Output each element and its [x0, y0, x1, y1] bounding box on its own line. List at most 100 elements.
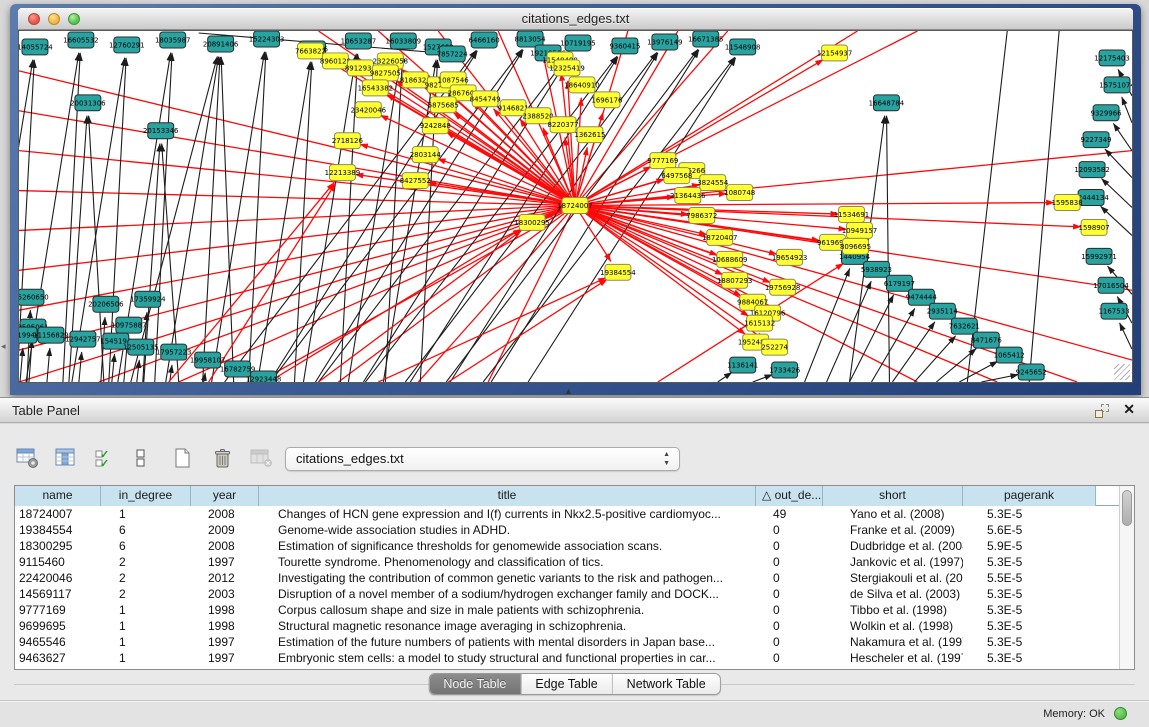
graph-node[interactable]: 23420046	[351, 102, 387, 118]
graph-edge[interactable]	[892, 322, 934, 382]
graph-node[interactable]: 6179197	[884, 275, 915, 291]
graph-node[interactable]: 17359924	[130, 291, 166, 307]
graph-node[interactable]: 9245652	[1016, 364, 1047, 380]
graph-edge[interactable]	[19, 206, 575, 311]
graph-node[interactable]: 14055724	[19, 39, 53, 55]
graph-node[interactable]: 20153346	[143, 123, 179, 139]
tab-edge-table[interactable]: Edge Table	[520, 674, 611, 694]
graph-node[interactable]: 11548908	[725, 39, 761, 55]
memory-status-indicator[interactable]	[1114, 707, 1127, 720]
graph-node[interactable]: 11534691	[834, 207, 870, 223]
tab-node-table[interactable]: Node Table	[429, 674, 520, 694]
graph-node[interactable]: 5938923	[861, 261, 892, 277]
column-header-pagerank[interactable]: pagerank	[963, 486, 1096, 506]
graph-edge[interactable]	[259, 206, 575, 382]
resize-grip[interactable]	[1114, 364, 1130, 380]
graph-node[interactable]: 12923448	[246, 371, 282, 382]
row-height-button[interactable]	[133, 446, 159, 470]
graph-edge[interactable]	[575, 203, 1054, 206]
graph-edge[interactable]	[204, 373, 206, 382]
graph-node[interactable]: 12760291	[109, 37, 145, 53]
graph-edge[interactable]	[1101, 179, 1132, 208]
graph-node[interactable]: 18807293	[717, 272, 753, 288]
graph-node[interactable]: 12325419	[549, 60, 585, 76]
graph-node[interactable]: 7857224	[437, 46, 469, 62]
table-row[interactable]: 1830029562008Estimation of significance …	[15, 538, 1134, 554]
delete-column-button[interactable]	[250, 446, 276, 470]
graph-node[interactable]: 9360415	[609, 38, 640, 54]
graph-edge[interactable]	[221, 57, 233, 382]
graph-node[interactable]: 10653287	[341, 33, 377, 49]
graph-edge[interactable]	[887, 116, 890, 382]
graph-node[interactable]: 10688609	[712, 251, 748, 267]
graph-node[interactable]: 18720407	[702, 229, 738, 245]
graph-node[interactable]: 1598907	[1079, 219, 1110, 235]
network-svg[interactable]: 1405572416605532127602911803598720891406…	[19, 31, 1132, 382]
graph-node[interactable]: 1595838	[1052, 195, 1083, 211]
close-panel-icon[interactable]: ✕	[1123, 401, 1135, 418]
graph-edge[interactable]	[753, 375, 773, 382]
table-settings-button[interactable]	[16, 446, 42, 470]
table-scrollbar-thumb[interactable]	[1122, 490, 1132, 526]
graph-node[interactable]: 12093582	[1074, 162, 1110, 178]
graph-node[interactable]: 12505135	[123, 339, 159, 355]
graph-node[interactable]: 18724007	[557, 198, 593, 214]
graph-node[interactable]: 20206506	[88, 296, 124, 312]
graph-node[interactable]: 8096695	[840, 238, 871, 254]
graph-node[interactable]: 9827505	[370, 65, 401, 81]
close-window-button[interactable]	[28, 13, 40, 25]
graph-edge[interactable]	[79, 352, 82, 382]
graph-edge[interactable]	[805, 268, 850, 382]
graph-node[interactable]: 7986372	[686, 207, 717, 223]
graph-node[interactable]: 1733426	[769, 362, 800, 378]
graph-node[interactable]: 12154937	[817, 45, 853, 61]
graph-node[interactable]: 8427552	[400, 173, 431, 189]
graph-node[interactable]: 1065412	[994, 347, 1025, 363]
graph-node[interactable]: 1696176	[591, 92, 622, 108]
column-header-out_degree[interactable]: △ out_de...	[756, 486, 823, 506]
graph-node[interactable]: 1136141	[727, 357, 758, 373]
graph-node[interactable]: 16605532	[63, 32, 99, 48]
table-row[interactable]: 1938455462009Genome-wide association stu…	[15, 522, 1134, 538]
zoom-window-button[interactable]	[68, 13, 80, 25]
graph-node[interactable]: 2803144	[410, 147, 442, 163]
graph-edge[interactable]	[112, 354, 115, 382]
network-window[interactable]: citations_edges.txt 14055724 16605532 1276…	[10, 4, 1141, 395]
graph-node[interactable]: 20031306	[70, 95, 106, 111]
delete-table-button[interactable]	[211, 446, 237, 470]
graph-node[interactable]: 1362615	[574, 127, 605, 143]
graph-node[interactable]: 21364436	[670, 188, 706, 204]
graph-node[interactable]: 9227349	[1081, 132, 1112, 148]
graph-edge[interactable]	[258, 62, 311, 382]
network-window-titlebar[interactable]: citations_edges.txt	[18, 8, 1133, 30]
table-row[interactable]: 946554611997Estimation of the future num…	[15, 634, 1134, 650]
graph-edge[interactable]	[338, 206, 575, 382]
graph-node[interactable]: 16543382	[358, 80, 394, 96]
graph-edge[interactable]	[249, 52, 266, 382]
graph-node[interactable]: 15992971	[1081, 248, 1117, 264]
graph-edge[interactable]	[718, 372, 732, 382]
table-row[interactable]: 977716911998Corpus callosum shape and si…	[15, 602, 1134, 618]
graph-node[interactable]: 16033809	[386, 33, 422, 49]
graph-node[interactable]: 20891406	[203, 36, 239, 52]
network-canvas[interactable]: 1405572416605532127602911803598720891406…	[18, 30, 1133, 383]
graph-node[interactable]: 1167533	[1099, 303, 1130, 319]
graph-edge[interactable]	[1113, 123, 1132, 150]
table-row[interactable]: 969969511998Structural magnetic resonanc…	[15, 618, 1134, 634]
graph-node[interactable]: 11156829	[33, 327, 69, 343]
graph-node[interactable]: 12213389	[325, 165, 361, 181]
column-header-name[interactable]: name	[15, 486, 101, 506]
graph-node[interactable]: 12942757	[65, 331, 101, 347]
graph-node[interactable]: 9329966	[1091, 105, 1122, 121]
table-row[interactable]: 1872400712008Changes of HCN gene express…	[15, 506, 1134, 522]
graph-node[interactable]: 9242848	[420, 118, 451, 134]
graph-node[interactable]: 8471676	[971, 332, 1002, 348]
column-header-in_degree[interactable]: in_degree	[101, 486, 191, 506]
graph-node[interactable]: 2935114	[927, 303, 959, 319]
graph-node[interactable]: 1615132	[744, 315, 775, 331]
column-header-year[interactable]: year	[191, 486, 259, 506]
graph-edge[interactable]	[295, 62, 312, 382]
minimize-window-button[interactable]	[48, 13, 60, 25]
graph-edge[interactable]	[1122, 97, 1132, 123]
graph-node[interactable]: 5875685	[428, 97, 459, 113]
